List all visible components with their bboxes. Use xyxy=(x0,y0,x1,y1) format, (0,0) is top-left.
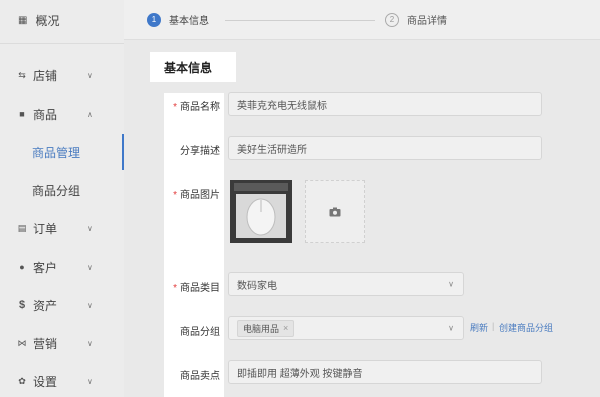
gear-icon: ✿ xyxy=(18,375,26,386)
sidebar-overview[interactable]: ▦ 概况 xyxy=(0,0,124,40)
field-label-name: * 商品名称 xyxy=(164,98,220,113)
tag-close-icon[interactable]: × xyxy=(283,323,288,333)
sidebar-item-label: 营销 xyxy=(33,336,58,351)
filter-icon: ⇆ xyxy=(18,69,26,80)
step-basic-info[interactable]: 1 基本信息 xyxy=(147,12,209,27)
chevron-down-icon: ∨ xyxy=(448,279,454,289)
sidebar-subitem-label: 商品管理 xyxy=(32,145,81,160)
mouse-product-image xyxy=(230,180,292,243)
sidebar-item-label: 客户 xyxy=(33,260,58,275)
grid-icon: ▦ xyxy=(18,14,28,26)
chevron-down-icon: ∨ xyxy=(87,223,93,233)
box-icon: ■ xyxy=(19,109,25,119)
step-label: 商品详情 xyxy=(407,16,447,27)
sidebar-subitem-label: 商品分组 xyxy=(32,183,81,198)
share-description-input[interactable]: 美好生活研造所 xyxy=(228,136,542,160)
sidebar-item-shop[interactable]: ⇆ 店铺 ∨ xyxy=(0,61,124,89)
selling-point-input[interactable]: 即插即用 超薄外观 按键静音 xyxy=(228,360,542,384)
order-icon: ▤ xyxy=(17,222,27,233)
dollar-icon: $ xyxy=(18,299,26,311)
input-value: 英菲克充电无线鼠标 xyxy=(237,100,327,112)
sidebar-item-label: 资产 xyxy=(33,298,58,313)
label-text: 分享描述 xyxy=(180,146,220,157)
sidebar-item-label: 设置 xyxy=(33,374,58,389)
input-value: 美好生活研造所 xyxy=(237,144,307,156)
input-value: 即插即用 超薄外观 按键静音 xyxy=(237,368,363,380)
field-label-share: 分享描述 xyxy=(164,142,220,157)
required-mark: * xyxy=(173,283,177,294)
sidebar-subitem-goods-group[interactable]: 商品分组 xyxy=(0,172,124,208)
refresh-link[interactable]: 刷新 xyxy=(470,321,488,334)
field-label-group: 商品分组 xyxy=(164,323,220,338)
required-mark: * xyxy=(173,102,177,113)
goods-name-input[interactable]: 英菲克充电无线鼠标 xyxy=(228,92,542,116)
create-group-link[interactable]: 创建商品分组 xyxy=(499,321,553,334)
chevron-down-icon: ∨ xyxy=(87,262,93,272)
sidebar-item-label: 商品 xyxy=(33,107,58,122)
goods-image-thumbnail[interactable] xyxy=(230,180,292,243)
sidebar-subitem-goods-manage[interactable]: 商品管理 xyxy=(0,134,124,170)
label-panel xyxy=(164,93,224,397)
field-label-image: * 商品图片 xyxy=(164,186,220,201)
sidebar-item-settings[interactable]: ✿ 设置 ∨ xyxy=(0,367,124,395)
select-value: 数码家电 xyxy=(237,280,277,292)
step-connector xyxy=(225,20,375,21)
user-icon: ● xyxy=(19,262,25,272)
step-number: 2 xyxy=(385,12,399,27)
chevron-up-icon: ∧ xyxy=(87,109,93,119)
field-label-selling: 商品卖点 xyxy=(164,367,220,382)
chevron-down-icon: ∨ xyxy=(448,323,454,333)
group-select[interactable]: 电脑用品 × ∨ xyxy=(228,316,464,340)
required-mark: * xyxy=(173,190,177,201)
label-text: 商品卖点 xyxy=(180,371,220,382)
image-upload-button[interactable] xyxy=(305,180,365,243)
sidebar-item-assets[interactable]: $ 资产 ∨ xyxy=(0,291,124,319)
label-text: 商品类目 xyxy=(180,283,220,294)
sidebar-item-customers[interactable]: ● 客户 ∨ xyxy=(0,253,124,281)
section-title: 基本信息 xyxy=(150,52,236,82)
category-select[interactable]: 数码家电 ∨ xyxy=(228,272,464,296)
sidebar-item-marketing[interactable]: ⋈ 营销 ∨ xyxy=(0,329,124,357)
chevron-down-icon: ∨ xyxy=(87,70,93,80)
step-label: 基本信息 xyxy=(169,16,209,27)
sidebar-divider xyxy=(0,43,124,44)
group-tag: 电脑用品 × xyxy=(237,319,295,337)
marketing-icon: ⋈ xyxy=(17,337,27,348)
label-text: 商品名称 xyxy=(180,102,220,113)
label-text: 商品分组 xyxy=(180,327,220,338)
sidebar-item-orders[interactable]: ▤ 订单 ∨ xyxy=(0,214,124,242)
step-number: 1 xyxy=(147,12,161,27)
sidebar-item-label: 订单 xyxy=(33,221,58,236)
camera-icon xyxy=(329,207,341,216)
field-label-category: * 商品类目 xyxy=(164,279,220,294)
chevron-down-icon: ∨ xyxy=(87,300,93,310)
chevron-down-icon: ∨ xyxy=(87,376,93,386)
chevron-down-icon: ∨ xyxy=(87,338,93,348)
sidebar: ▦ 概况 ⇆ 店铺 ∨ ■ 商品 ∧ 商品管理 商品分组 ▤ 订单 ∨ ● 客户… xyxy=(0,0,124,397)
tag-label: 电脑用品 xyxy=(243,323,280,334)
overview-label: 概况 xyxy=(35,13,60,28)
sidebar-item-goods[interactable]: ■ 商品 ∧ xyxy=(0,100,124,128)
label-text: 商品图片 xyxy=(180,190,220,201)
link-separator: | xyxy=(492,321,495,331)
step-goods-detail[interactable]: 2 商品详情 xyxy=(385,12,447,27)
sidebar-item-label: 店铺 xyxy=(33,68,58,83)
